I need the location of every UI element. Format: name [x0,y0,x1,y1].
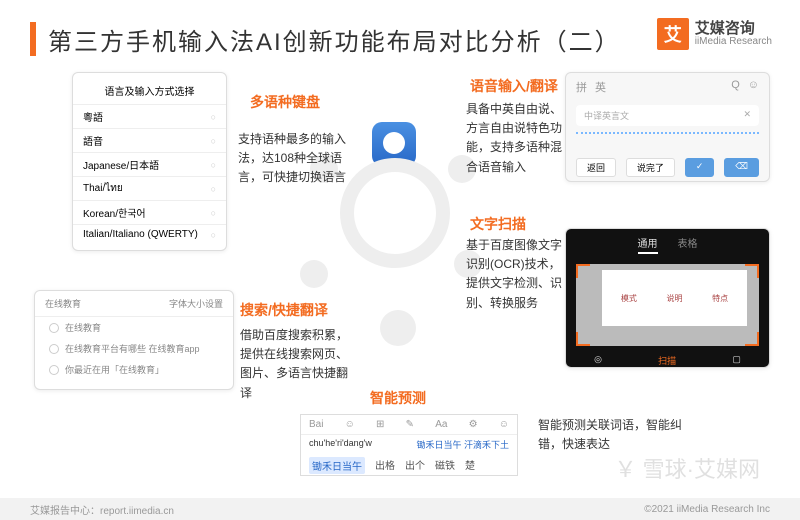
lang-row[interactable]: 粵語○ [73,104,226,128]
footer: 艾媒报告中心：report.iimedia.cn ©2021 iiMedia R… [0,498,800,520]
brand-logo-icon: 艾 [657,18,689,50]
voice-panel: 拼 英 Q ☺ 中译英言文 ✕ 返回 说完了 ✓ ⌫ [565,72,770,182]
search-tab[interactable]: 字体大小设置 [169,297,223,310]
node-icon [380,310,416,346]
feature-title-ocr: 文字扫描 [470,214,526,234]
radio-icon[interactable] [49,365,59,375]
candidate[interactable]: 磁铁 [435,457,455,474]
footer-left: 艾媒报告中心：report.iimedia.cn [30,502,174,517]
candidate[interactable]: 锄禾日当午 [309,457,365,474]
brand-sub: iiMedia Research [695,36,772,47]
close-icon[interactable]: ✕ [743,109,751,122]
toolbar-icon[interactable]: ✎ [406,419,414,430]
camera-icon[interactable]: ◎ [594,354,602,367]
feature-desc-ocr: 基于百度图像文字识别(OCR)技术，提供文字检测、识别、转换服务 [466,236,562,313]
toolbar-icon[interactable]: Bai [309,419,323,430]
footer-right: ©2021 iiMedia Research Inc [644,504,770,515]
lang-row[interactable]: Korean/한국어○ [73,200,226,224]
pinyin-text: chu'he'ri'dang'w [309,438,372,451]
ocr-tab[interactable]: 表格 [678,235,698,254]
accent-bar [30,22,36,56]
waveform-icon [576,132,759,150]
watermark: ￥ 雪球·艾媒网 [615,452,760,484]
candidate[interactable]: 楚 [465,457,475,474]
feature-title-multilang: 多语种键盘 [250,92,320,112]
lang-panel-title: 语言及输入方式选择 [73,79,226,104]
candidate[interactable]: 出格 [375,457,395,474]
gallery-icon[interactable]: ▢ [732,354,741,367]
radio-icon[interactable] [49,323,59,333]
ocr-result-card: 模式说明特点 [602,270,747,326]
candidate[interactable]: 出个 [405,457,425,474]
toolbar-icon[interactable]: ☺ [499,419,509,430]
done-button[interactable]: 说完了 [626,158,675,177]
delete-button[interactable]: ⌫ [724,158,759,177]
toolbar-icon[interactable]: ⊞ [376,419,384,430]
lang-row[interactable]: 語音○ [73,128,226,152]
brand-name: 艾媒咨询 [695,21,772,36]
ocr-tab[interactable]: 通用 [638,235,658,254]
feature-ring [340,158,450,268]
node-icon [300,260,328,288]
toolbar-icon[interactable]: Aa [435,419,447,430]
brand-block: 艾 艾媒咨询 iiMedia Research [657,18,772,50]
toolbar-icon[interactable]: ⚙ [469,419,478,430]
feature-desc-multilang: 支持语种最多的输入法，达108种全球语言，可快捷切换语言 [238,130,348,188]
feature-desc-predict: 智能预测关联词语，智能纠错，快速表达 [538,416,688,454]
back-button[interactable]: 返回 [576,158,616,177]
search-tab[interactable]: 在线教育 [45,297,81,310]
radio-icon[interactable] [49,344,59,354]
feature-title-voice: 语音输入/翻译 [470,76,558,96]
page-title: 第三方手机输入法AI创新功能布局对比分析（二） [48,22,621,57]
lang-panel: 语言及输入方式选择 粵語○ 語音○ Japanese/日本語○ Thai/ไทย… [72,72,227,251]
feature-title-search: 搜索/快捷翻译 [240,300,328,320]
predict-bar: Bai ☺ ⊞ ✎ Aa ⚙ ☺ chu'he'ri'dang'w 锄禾日当午 … [300,414,518,476]
voice-tab[interactable]: 英 [595,79,606,95]
voice-input[interactable]: 中译英言文 [584,109,629,122]
voice-tab[interactable]: ☺ [748,79,759,95]
lang-row[interactable]: Japanese/日本語○ [73,152,226,176]
cloud-candidate[interactable]: 锄禾日当午 汗滴禾下土 [416,438,509,451]
lang-row[interactable]: Italian/Italiano (QWERTY)○ [73,224,226,244]
voice-tab[interactable]: 拼 [576,79,587,95]
feature-desc-voice: 具备中英自由说、方言自由说特色功能，支持多语种混合语音输入 [466,100,562,177]
feature-title-predict: 智能预测 [370,388,426,408]
ocr-panel: 通用 表格 模式说明特点 ◎ 扫描 ▢ [565,228,770,368]
feature-desc-search: 借助百度搜索积累，提供在线搜索网页、图片、多语言快捷翻译 [240,326,348,403]
scan-button[interactable]: 扫描 [658,354,676,367]
search-panel: 在线教育 字体大小设置 在线教育 在线教育平台有哪些 在线教育app 你最近在用… [34,290,234,390]
lang-row[interactable]: Thai/ไทย○ [73,176,226,200]
confirm-button[interactable]: ✓ [685,158,715,177]
voice-tab[interactable]: Q [731,79,740,95]
ocr-viewport: 模式说明特点 [576,264,759,346]
toolbar-icon[interactable]: ☺ [345,419,355,430]
